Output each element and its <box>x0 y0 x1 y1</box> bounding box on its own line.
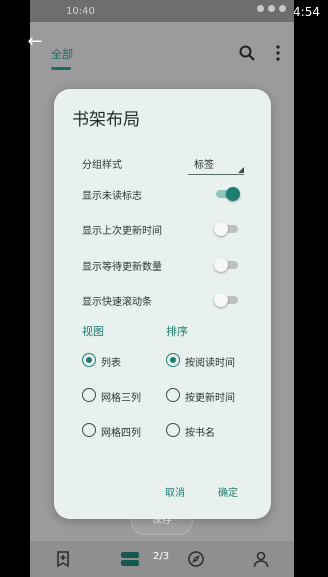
bookshelf-layout-dialog: 书架布局 分组样式 标签 显示未读标志 显示上次更新时间 显示等待更新数量 显示… <box>54 89 271 519</box>
dropdown-caret-icon <box>238 167 244 173</box>
group-style-label: 分组样式 <box>82 160 122 171</box>
bottom-navigation: 2/3 <box>30 541 294 577</box>
app-status-bar: 10:40 <box>30 0 294 22</box>
view-section-header: 视图 <box>82 325 104 338</box>
cancel-button[interactable]: 取消 <box>165 484 185 499</box>
toggle-label-fast-scroll: 显示快速滚动条 <box>82 297 152 308</box>
more-menu-icon[interactable] <box>273 44 283 62</box>
radio-sort-update-time[interactable] <box>166 388 180 402</box>
left-black-margin <box>0 0 30 577</box>
radio-label-sort-update-time: 按更新时间 <box>185 393 235 404</box>
library-icon[interactable] <box>120 550 140 568</box>
toggle-fast-scroll-switch[interactable] <box>214 293 240 307</box>
radio-label-sort-read-time: 按阅读时间 <box>185 358 235 369</box>
notification-icon <box>257 5 264 12</box>
system-clock: 4:54 <box>293 5 320 19</box>
radio-view-grid-4[interactable] <box>82 423 96 437</box>
app-status-time: 10:40 <box>66 6 95 17</box>
toggle-label-last-update: 显示上次更新时间 <box>82 226 162 237</box>
group-style-value: 标签 <box>194 160 214 171</box>
wifi-icon <box>268 5 275 12</box>
radio-view-grid-3[interactable] <box>82 388 96 402</box>
right-black-margin <box>294 0 328 577</box>
radio-view-list[interactable] <box>82 353 96 367</box>
radio-label-sort-book-name: 按书名 <box>185 428 215 439</box>
dialog-title: 书架布局 <box>72 110 140 130</box>
radio-sort-read-time[interactable] <box>166 353 180 367</box>
battery-small-icon <box>279 5 286 12</box>
tab-all[interactable]: 全部 <box>51 46 73 62</box>
search-icon[interactable] <box>238 44 256 62</box>
group-style-select[interactable]: 标签 <box>188 153 244 175</box>
toggle-unread-switch[interactable] <box>214 187 240 201</box>
sort-section-header: 排序 <box>166 325 188 338</box>
profile-icon[interactable] <box>252 550 270 568</box>
confirm-button[interactable]: 确定 <box>218 484 238 499</box>
radio-label-view-grid-3: 网格三列 <box>101 393 141 404</box>
radio-sort-book-name[interactable] <box>166 423 180 437</box>
page-count: 2/3 <box>153 551 170 562</box>
toggle-last-update-switch[interactable] <box>214 222 240 236</box>
back-arrow-icon[interactable]: ← <box>22 30 48 54</box>
tab-indicator <box>51 67 71 70</box>
explore-icon[interactable] <box>187 550 205 568</box>
radio-label-view-list: 列表 <box>101 358 121 369</box>
radio-label-view-grid-4: 网格四列 <box>101 428 141 439</box>
toggle-label-pending-count: 显示等待更新数量 <box>82 262 162 273</box>
toggle-label-unread: 显示未读标志 <box>82 191 142 202</box>
bookmark-add-icon[interactable] <box>54 550 72 568</box>
toggle-pending-count-switch[interactable] <box>214 258 240 272</box>
